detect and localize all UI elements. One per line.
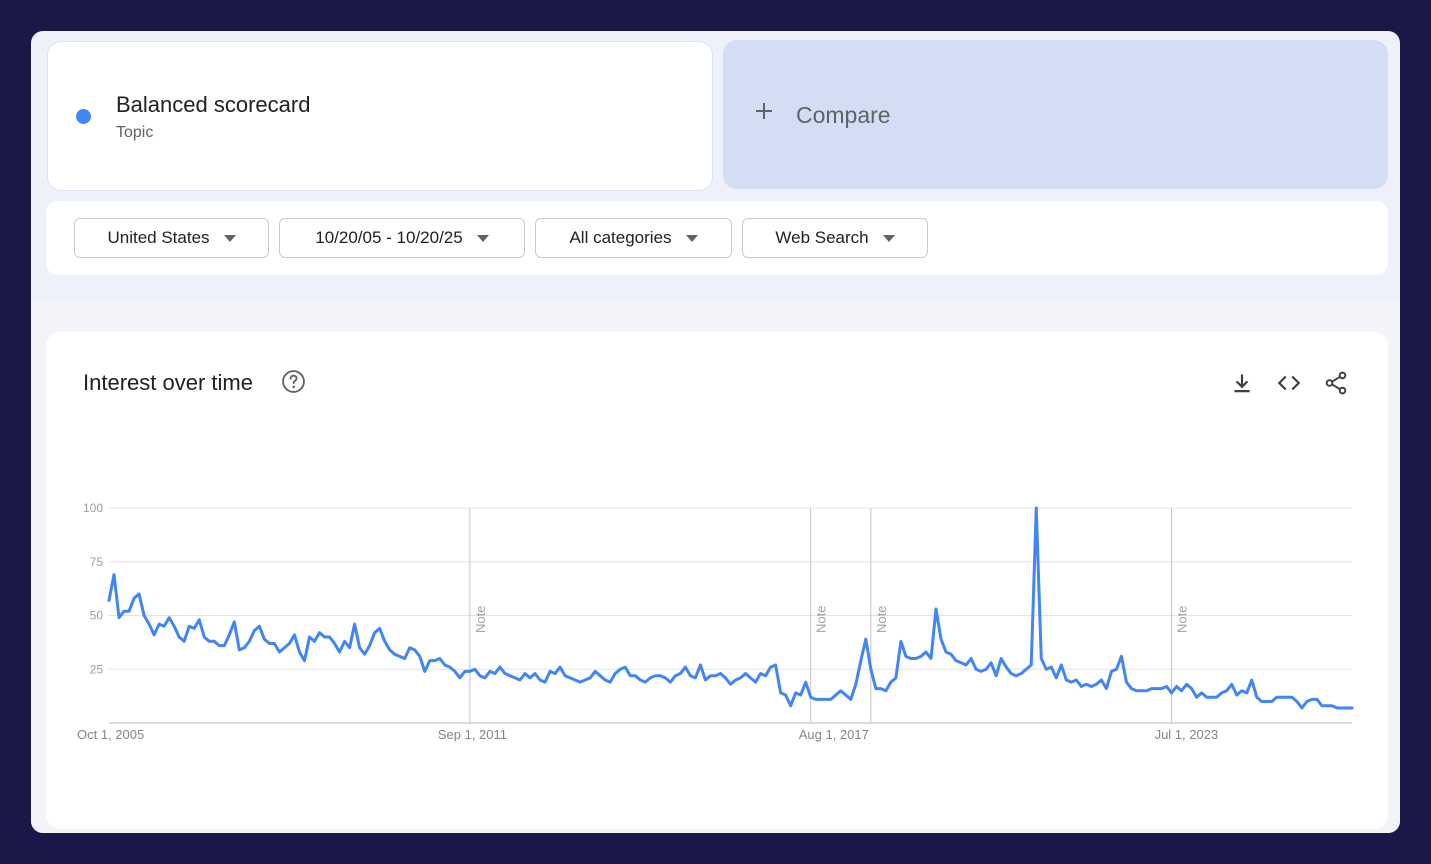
category-filter-label: All categories [569,228,672,247]
term-name[interactable]: Balanced scorecard [116,92,310,118]
date-range-filter-label: 10/20/05 - 10/20/25 [315,228,463,247]
y-tick-label: 50 [90,609,104,623]
dropdown-caret-icon [882,234,895,242]
x-tick-label: Oct 1, 2005 [77,727,144,742]
filters-bar: United States 10/20/05 - 10/20/25 All ca… [46,201,1388,275]
x-tick-label: Jul 1, 2023 [1155,727,1219,742]
search-type-filter[interactable]: Web Search [742,218,928,258]
term-type: Topic [116,124,154,141]
note-label: Note [473,606,488,633]
interest-over-time-card: Interest over time 100 75 50 25 Note Note Note… [46,332,1388,829]
y-tick-label: 75 [90,555,104,569]
y-tick-label: 25 [90,662,104,676]
category-filter[interactable]: All categories [535,218,732,258]
compare-label: Compare [796,102,891,128]
search-term-card[interactable]: Balanced scorecard Topic [47,41,713,191]
interest-line-chart: 100 75 50 25 Note Note Note Note Oct 1, 2005 Sep … [77,501,1354,742]
series-line [107,506,1354,710]
trends-panel: Balanced scorecard Topic Compare United … [31,31,1400,833]
date-range-filter[interactable]: 10/20/05 - 10/20/25 [279,218,525,258]
note-label: Note [874,606,889,633]
note-label: Note [1175,606,1190,633]
plus-icon [756,103,772,119]
dropdown-caret-icon [223,234,236,242]
y-tick-label: 100 [83,501,103,515]
dropdown-caret-icon [685,234,698,242]
region-filter-label: United States [107,228,210,247]
term-color-dot [76,109,91,124]
region-filter[interactable]: United States [74,218,269,258]
note-label: Note [814,606,829,633]
x-tick-label: Aug 1, 2017 [799,727,869,742]
dropdown-caret-icon [476,234,489,242]
x-tick-label: Sep 1, 2011 [438,727,507,742]
compare-button[interactable]: Compare [723,40,1388,189]
search-type-filter-label: Web Search [775,228,869,247]
